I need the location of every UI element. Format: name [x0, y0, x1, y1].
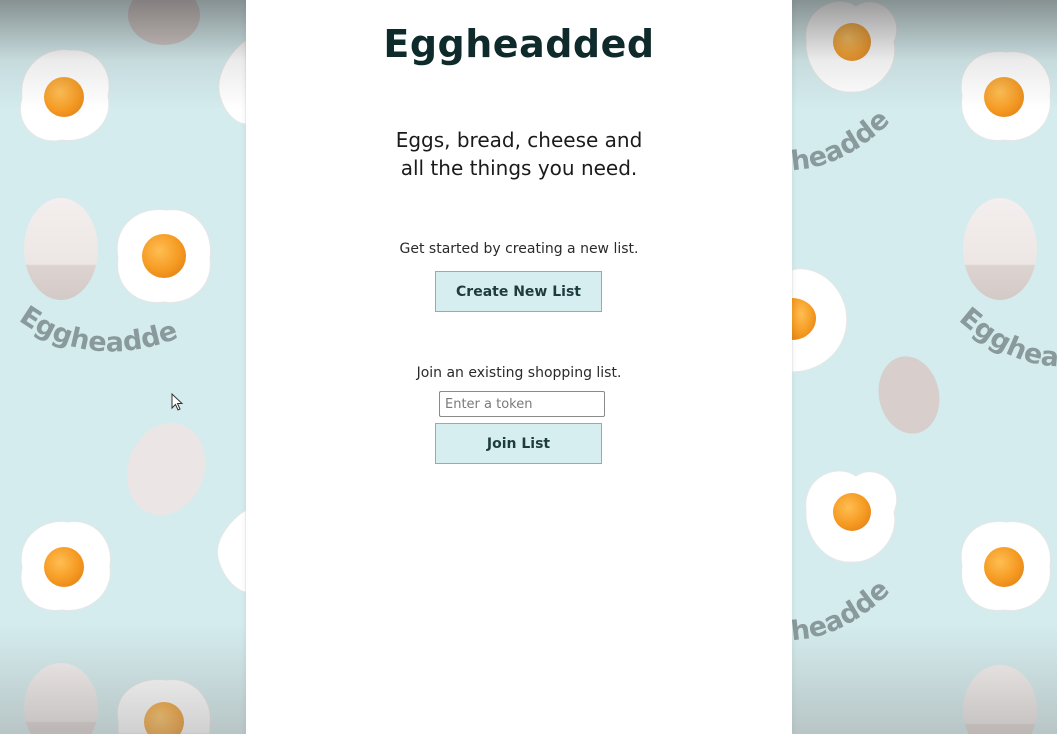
fried-egg-icon — [791, 268, 848, 373]
fried-egg-icon — [805, 470, 898, 563]
tagline-line: Eggs, bread, cheese and — [395, 128, 643, 152]
whole-egg-icon — [24, 198, 98, 300]
brand-title: Eggheadded — [383, 22, 655, 66]
tagline: Eggs, bread, cheese and all the things y… — [246, 126, 792, 182]
create-prompt: Get started by creating a new list. — [399, 241, 639, 257]
create-new-list-button[interactable]: Create New List — [435, 271, 602, 312]
main-panel: Eggheadded Eggs, bread, cheese and all t… — [246, 0, 792, 734]
whole-egg-icon — [878, 356, 940, 434]
token-input[interactable] — [439, 391, 605, 417]
fried-egg-icon — [19, 49, 110, 142]
join-list-button[interactable]: Join List — [435, 423, 602, 464]
tagline-line: all the things you need. — [400, 156, 638, 180]
whole-egg-icon — [128, 0, 200, 45]
fried-egg-icon — [116, 209, 212, 304]
fried-egg-icon — [960, 50, 1052, 142]
mouse-cursor-icon — [171, 393, 184, 411]
whole-egg-icon — [963, 665, 1037, 734]
fried-egg-icon — [20, 520, 112, 611]
fried-egg-icon — [805, 0, 898, 93]
fried-egg-icon — [216, 39, 247, 593]
whole-egg-icon — [963, 198, 1037, 300]
fried-egg-icon — [116, 678, 211, 734]
join-prompt: Join an existing shopping list. — [416, 365, 622, 381]
whole-egg-icon — [126, 422, 206, 516]
fried-egg-icon — [960, 520, 1052, 612]
whole-egg-icon — [24, 663, 98, 734]
